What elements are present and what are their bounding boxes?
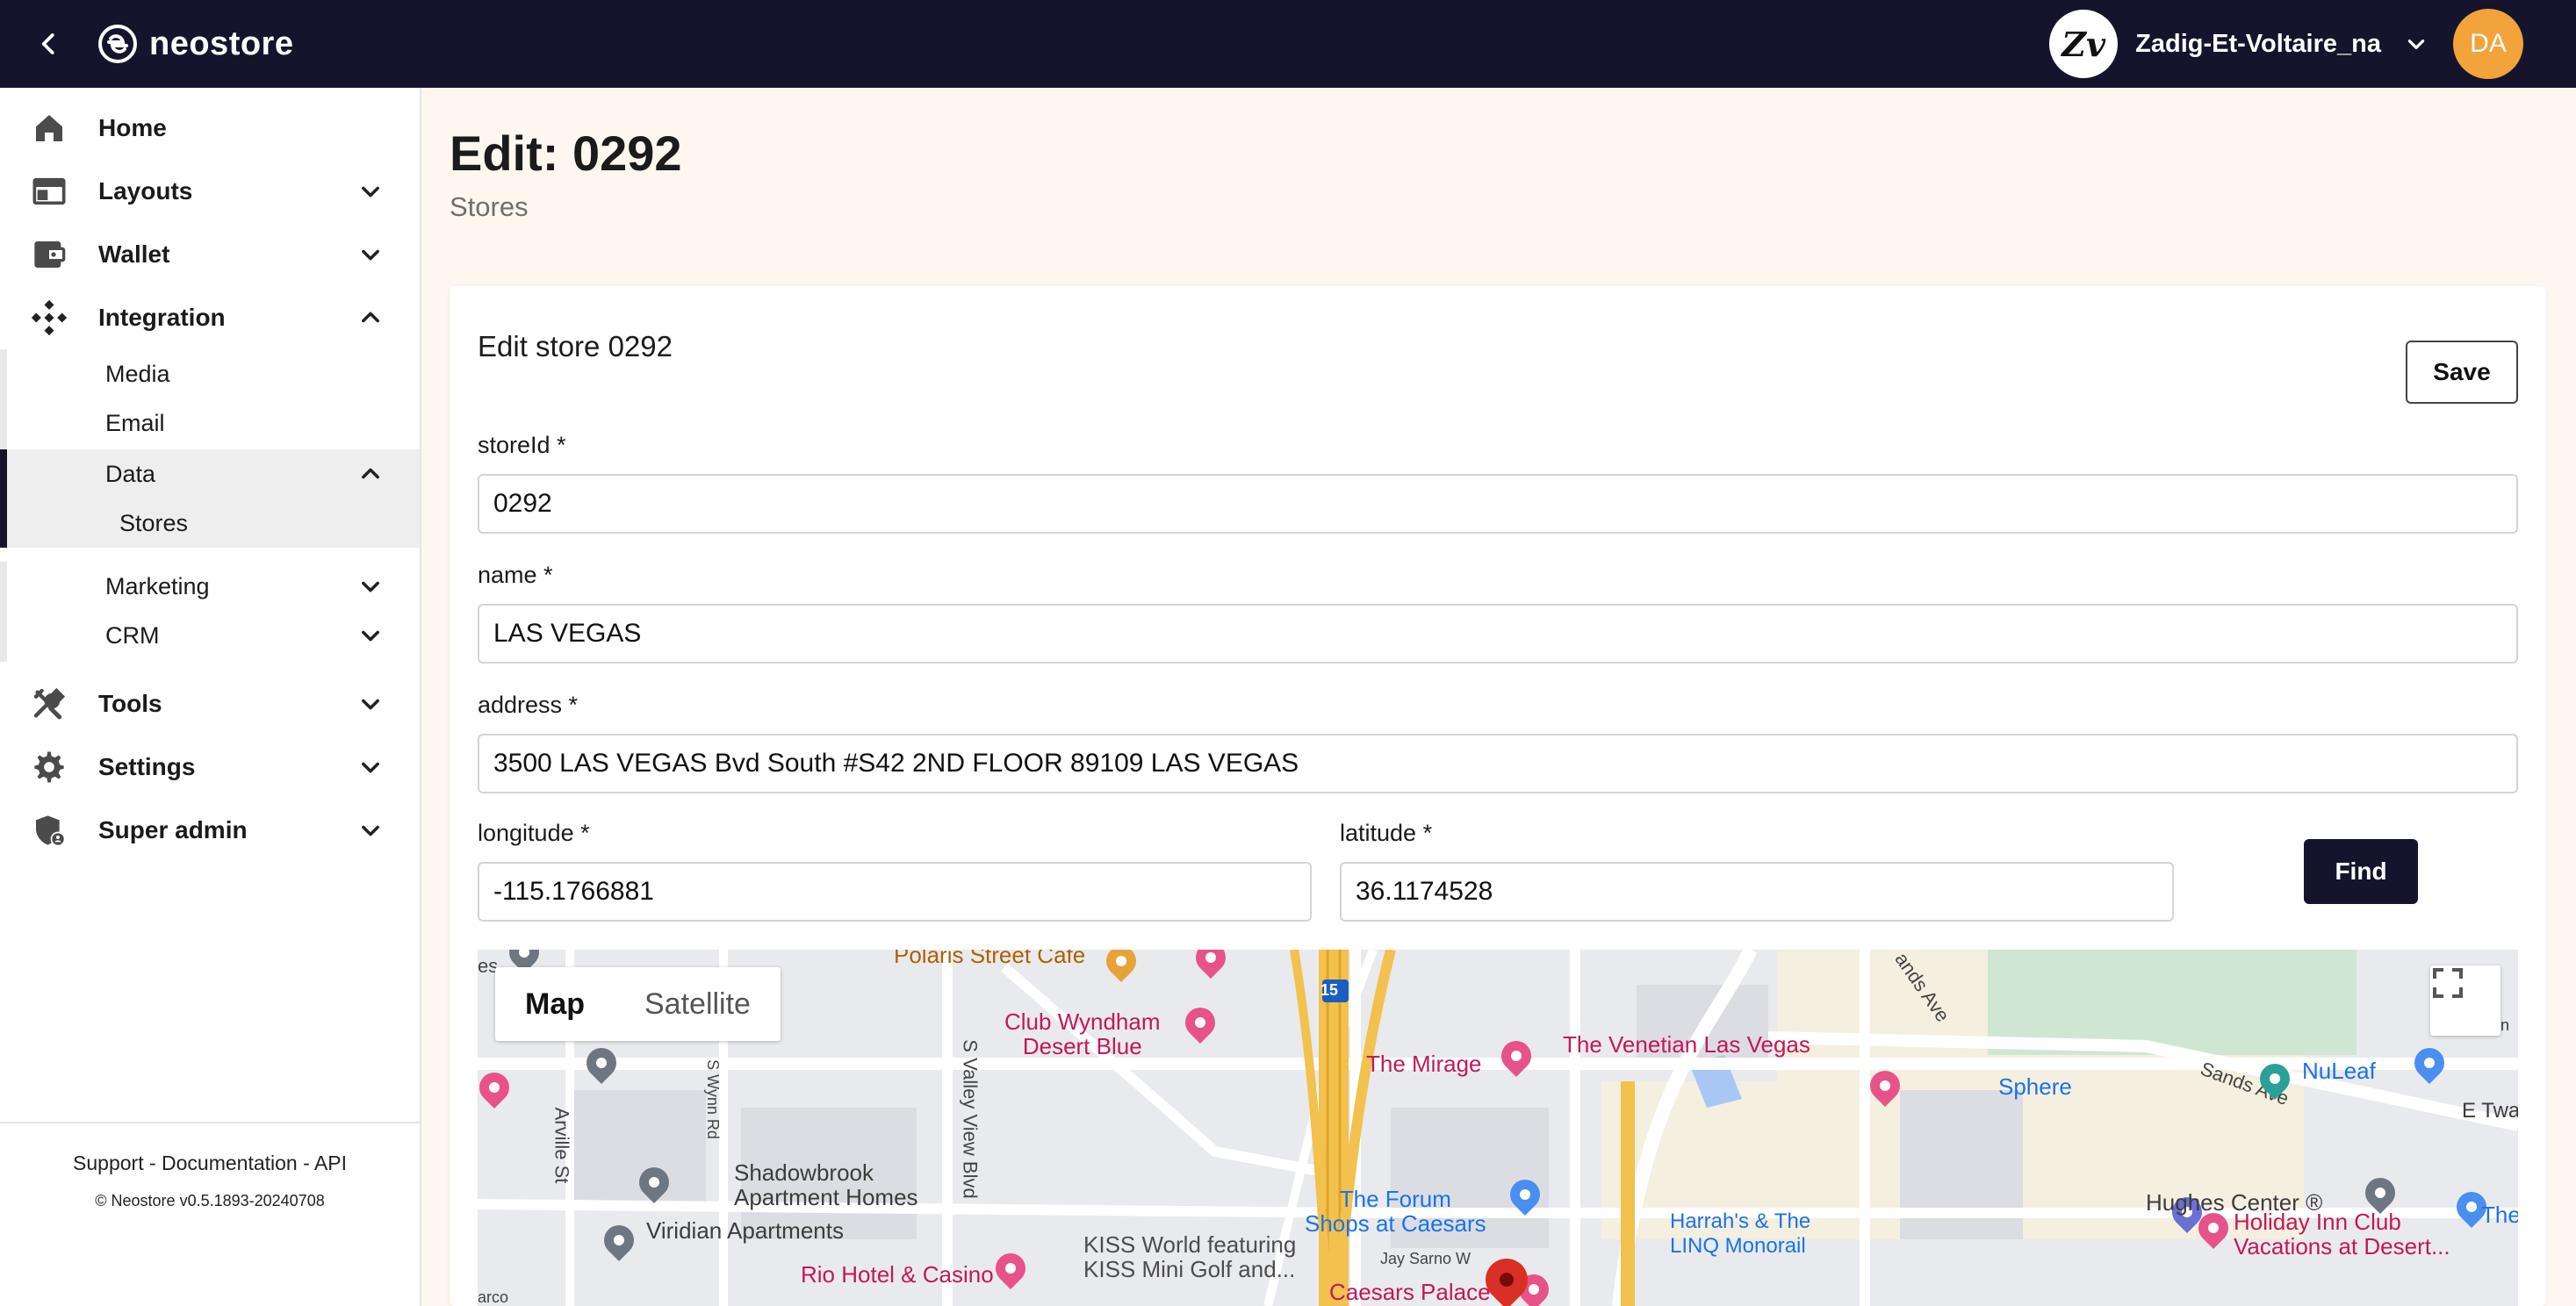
sidebar-item-layouts[interactable]: Layouts	[0, 160, 420, 223]
map-type-satellite-button[interactable]: Satellite	[615, 967, 781, 1041]
breadcrumb[interactable]: Stores	[450, 191, 529, 223]
map-label: The Forum Shops at Caesars	[1305, 1186, 1486, 1237]
chevron-down-icon[interactable]	[2400, 28, 2432, 60]
storeid-label: storeId *	[478, 432, 566, 458]
chevron-up-icon	[351, 455, 390, 493]
sidebar-subitem-label: Email	[105, 409, 165, 436]
wallet-icon	[30, 235, 68, 274]
map-label: Holiday Inn Club Vacations at Desert...	[2234, 1209, 2450, 1259]
brand-avatar: Zv	[2049, 10, 2119, 78]
map-label: The Col	[2481, 1202, 2518, 1228]
home-icon	[30, 109, 68, 147]
sidebar-subitem-label: Media	[105, 360, 170, 387]
map-type-toggle: Map Satellite	[495, 967, 781, 1041]
sidebar-subitem-marketing[interactable]: Marketing	[0, 562, 420, 611]
brand-switcher[interactable]: Zv Zadig-Et-Voltaire_na DA	[2049, 9, 2523, 79]
shield-icon	[30, 811, 68, 850]
sidebar-subitem-label: Data	[105, 460, 156, 487]
map-tiles	[478, 950, 2518, 1306]
neostore-logo-icon	[98, 25, 137, 63]
top-bar: neostore Zv Zadig-Et-Voltaire_na DA	[0, 0, 2576, 88]
sidebar-subitem-label: Stores	[119, 509, 189, 536]
map-label: NuLeaf	[2302, 1058, 2376, 1084]
sidebar-item-settings[interactable]: Settings	[0, 736, 420, 799]
chevron-up-icon	[351, 298, 390, 337]
chevron-down-icon	[351, 172, 390, 211]
sidebar-subitem-label: CRM	[105, 621, 160, 649]
chevron-down-icon	[351, 567, 390, 606]
map-type-map-button[interactable]: Map	[495, 967, 615, 1041]
sidebar-item-label: Layouts	[98, 177, 193, 205]
sidebar-subitem-stores[interactable]: Stores	[0, 499, 420, 548]
sidebar-item-label: Home	[98, 114, 167, 141]
map-label: Polaris Street Cafe	[894, 950, 1086, 968]
card-title: Edit store 0292	[478, 330, 673, 362]
chevron-down-icon	[351, 685, 390, 723]
app-logo[interactable]: neostore	[97, 19, 293, 68]
chevron-down-icon	[351, 811, 390, 850]
app-name: neostore	[149, 25, 294, 62]
sidebar-subitem-data[interactable]: Data	[0, 449, 420, 499]
sidebar-item-integration[interactable]: Integration	[0, 286, 420, 349]
sidebar-item-home[interactable]: Home	[0, 97, 420, 160]
sidebar-item-label: Tools	[98, 690, 162, 717]
sidebar-subitem-label: Marketing	[105, 572, 210, 599]
map-label: Rio Hotel & Casino	[801, 1261, 994, 1288]
layout-icon	[30, 172, 68, 211]
map-label: The Mirage	[1366, 1051, 1482, 1077]
chevron-down-icon	[351, 235, 390, 274]
sidebar-subitem-email[interactable]: Email	[0, 398, 420, 448]
sidebar-footer-divider	[0, 1122, 420, 1123]
map-label: Caesars Palace	[1329, 1279, 1491, 1305]
sidebar-item-tools[interactable]: Tools	[0, 672, 420, 736]
i15-shield-label: 15	[1320, 981, 1339, 999]
sidebar-item-label: Integration	[98, 304, 226, 331]
tools-icon	[30, 685, 68, 723]
road-label-arville: Arville St	[550, 1107, 573, 1184]
sidebar-item-super-admin[interactable]: Super admin	[0, 799, 420, 862]
sidebar-item-wallet[interactable]: Wallet	[0, 223, 420, 286]
sidebar-item-label: Wallet	[98, 240, 170, 268]
road-label-wynn: S Wynn Rd	[703, 1059, 722, 1139]
map-label: Club Wyndham Desert Blue	[1004, 1008, 1161, 1059]
fullscreen-icon[interactable]	[2430, 965, 2500, 1036]
user-avatar[interactable]: DA	[2453, 9, 2523, 79]
map-label: The Venetian Las Vegas	[1563, 1031, 1810, 1058]
map-label: Sphere	[1998, 1073, 2072, 1100]
address-label: address *	[478, 692, 579, 718]
longitude-label: longitude *	[478, 820, 590, 846]
chevron-down-icon	[351, 748, 390, 786]
name-label: name *	[478, 562, 553, 588]
map-label: Viridian Apartments	[646, 1217, 844, 1244]
edit-store-card: Edit store 0292 Save storeId * 0292 name…	[450, 286, 2546, 1306]
save-button[interactable]: Save	[2406, 341, 2518, 404]
footer-version: © Neostore v0.5.1893-20240708	[95, 1192, 325, 1209]
latitude-label: latitude *	[1340, 820, 1433, 846]
road-label: arco	[478, 1288, 509, 1306]
sidebar-item-label: Settings	[98, 753, 196, 780]
brand-name: Zadig-Et-Voltaire_na	[2135, 29, 2381, 58]
integration-icon	[30, 298, 68, 337]
page-title: Edit: 0292	[450, 126, 682, 181]
find-button[interactable]: Find	[2304, 839, 2418, 904]
footer-links[interactable]: Support - Documentation - API	[0, 1152, 420, 1175]
sidebar-item-label: Super admin	[98, 816, 248, 843]
back-arrow-icon[interactable]	[28, 23, 70, 65]
longitude-input[interactable]: -115.1766881	[478, 862, 1312, 922]
sidebar-subitem-media[interactable]: Media	[0, 349, 420, 398]
map-label: KISS World featuring KISS Mini Golf and.…	[1083, 1231, 1297, 1282]
map-label: Harrah's & The LINQ Monorail	[1670, 1209, 1811, 1258]
map-label: E Twa	[2462, 1099, 2518, 1123]
sidebar-subitem-crm[interactable]: CRM	[0, 611, 420, 660]
store-location-map[interactable]: 15 es arco Arville St S Wynn Rd S Valley…	[478, 950, 2518, 1306]
road-label-jay-sarno: Jay Sarno W	[1380, 1250, 1471, 1267]
gear-icon	[30, 748, 68, 786]
road-label-valley-view: S Valley View Blvd	[959, 1039, 982, 1199]
storeid-input[interactable]: 0292	[478, 474, 2518, 534]
address-input[interactable]: 3500 LAS VEGAS Bvd South #S42 2ND FLOOR …	[478, 734, 2518, 793]
name-input[interactable]: LAS VEGAS	[478, 604, 2518, 664]
map-label: Shadowbrook Apartment Homes	[734, 1159, 918, 1210]
latitude-input[interactable]: 36.1174528	[1340, 862, 2174, 922]
chevron-down-icon	[351, 616, 390, 655]
